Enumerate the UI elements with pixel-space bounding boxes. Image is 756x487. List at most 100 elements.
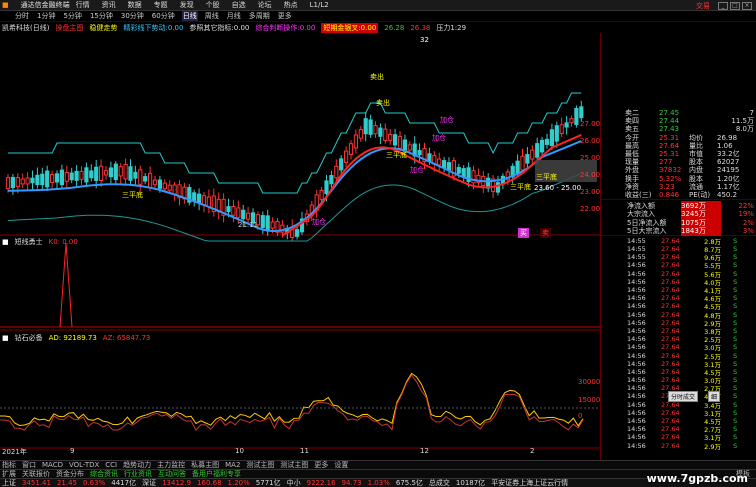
candle-body [378,127,383,137]
period-tab-5[interactable]: 60分钟 [151,11,176,21]
tick-side-15: S [733,359,738,368]
price-tick-1: 27.00 [580,120,601,128]
period-tab-1[interactable]: 1分钟 [36,11,56,21]
indicator-tab-0[interactable]: 指标 [2,461,16,469]
menu-item-zixuan[interactable]: 自选 [232,0,246,10]
label-sanping-3: 三平底 [536,173,557,181]
candle-body [59,169,64,186]
news-ticker[interactable]: 平安证券上海上证云行情 [491,479,568,487]
info-tab-6[interactable]: 备用户福利专享 [192,470,241,478]
candle-body [89,170,94,179]
minimize-icon[interactable]: _ [718,1,728,10]
zx-label[interactable]: 中小 [287,479,301,487]
candle-body [329,174,334,185]
indicator-tab-7[interactable]: 私募主图 [191,461,219,469]
indicator-tab-11[interactable]: 更多 [314,461,328,469]
period-tab-0[interactable]: 分时 [14,11,30,21]
tick-fine-button[interactable]: 细 [708,391,721,402]
tick-price-10: 27.64 [661,318,680,327]
sub2-name[interactable]: 钻石必备 [15,333,43,343]
candle-body [579,106,584,119]
info-tab-bar: 扩展 关联报价 资金分布 综合资讯 行业资讯 互动问答 备用户福利专享 模板 [0,469,756,478]
indicator-s5: 综合判断操作:0.00 [255,23,316,32]
candle-body [397,135,403,149]
candle-body [363,118,368,135]
candle-body [128,166,133,181]
tick-price-8: 27.64 [661,302,680,311]
menu-item-zixun[interactable]: 资讯 [102,0,116,10]
tick-side-5: S [733,277,738,286]
tick-side-14: S [733,351,738,360]
info-tab-4[interactable]: 行业资讯 [124,470,152,478]
candle-body [446,162,452,171]
menu-item-l1l2[interactable]: L1/L2 [310,1,329,9]
menu-item-redian[interactable]: 热点 [284,0,298,10]
period-tab-6[interactable]: 日线 [181,11,198,21]
tick-time-2: 14:55 [627,253,646,262]
candle-body [353,134,358,149]
indicator-tab-9[interactable]: 测试主图 [246,461,274,469]
menu-item-hangqing[interactable]: 行情 [76,0,90,10]
info-tab-0[interactable]: 扩展 [2,470,16,478]
tick-price-4: 27.64 [661,269,680,278]
menu-item-luntan[interactable]: 论坛 [258,0,272,10]
info-tab-3[interactable]: 综合资讯 [90,470,118,478]
tick-price-21: 27.64 [661,408,680,417]
sh-label[interactable]: 上证 [2,479,16,487]
sub2-scale-3: 0 [578,412,583,420]
tick-price-0: 27.64 [661,236,680,245]
indicator-tab-8[interactable]: MA2 [225,461,240,469]
flow-pct-2: 2% [742,218,754,227]
candle-body [157,179,163,189]
info-tab-2[interactable]: 资金分布 [56,470,84,478]
tick-price-23: 27.64 [661,425,680,434]
indicator-s4: 参照其它指标:0.00 [189,23,250,32]
indicator-tab-6[interactable]: 主力监控 [157,461,185,469]
tick-side-25: S [733,441,738,450]
candle-body [417,150,422,156]
indicator-tab-4[interactable]: CCI [105,461,117,469]
period-tab-2[interactable]: 5分钟 [62,11,82,21]
indicator-tab-12[interactable]: 设置 [334,461,348,469]
candle-body [108,167,114,178]
tick-time-11: 14:56 [627,326,646,335]
main-chart[interactable] [0,33,600,480]
candle-body [549,129,554,147]
info-tab-5[interactable]: 互动问答 [158,470,186,478]
index-status-bar: 上证 3451.41 21.45 0.63% 4417亿 深证 13412.9 … [0,478,756,487]
close-icon[interactable]: × [742,1,752,10]
period-tab-7[interactable]: 周线 [204,11,220,21]
menu-item-zhuanti[interactable]: 专题 [154,0,168,10]
menu-item-gegu[interactable]: 个股 [206,0,220,10]
tick-price-15: 27.64 [661,359,680,368]
sub1-name[interactable]: 短线勇士 [15,237,43,247]
tick-detail-button[interactable]: 分时成交 [668,391,699,402]
indicator-tab-3[interactable]: VOL-TDX [69,461,99,469]
info-tab-1[interactable]: 关联报价 [22,470,50,478]
label-low: 21.11 [238,221,259,229]
period-tab-4[interactable]: 30分钟 [120,11,145,21]
tick-price-3: 27.64 [661,261,680,270]
indicator-tab-10[interactable]: 测试主图 [280,461,308,469]
period-tab-3[interactable]: 15分钟 [89,11,114,21]
period-tab-8[interactable]: 月线 [226,11,242,21]
quote-value2-10: 450.2 [717,190,738,199]
tick-side-24: S [733,433,738,442]
maximize-icon[interactable]: □ [730,1,740,10]
tick-price-5: 27.64 [661,277,680,286]
menu-item-shuju[interactable]: 数据 [128,0,142,10]
period-tab-9[interactable]: 多周期 [248,11,271,21]
indicator-tab-2[interactable]: MACD [42,461,63,469]
menu-item-faxian[interactable]: 发现 [180,0,194,10]
quote-value-0: 27.45 [659,109,680,118]
trade-button[interactable]: 交易 [696,1,710,11]
indicator-tab-5[interactable]: 趋势动力 [123,461,151,469]
sz-label[interactable]: 深证 [142,479,156,487]
period-tab-10[interactable]: 更多 [277,11,293,21]
indicator-v2: 26.38 [410,23,431,32]
candle-body [383,128,388,141]
indicator-tab-1[interactable]: 窗口 [22,461,36,469]
tick-side-1: S [733,245,738,254]
indicator-main[interactable]: 操盘主图 [55,23,83,33]
candle-body [520,155,525,171]
